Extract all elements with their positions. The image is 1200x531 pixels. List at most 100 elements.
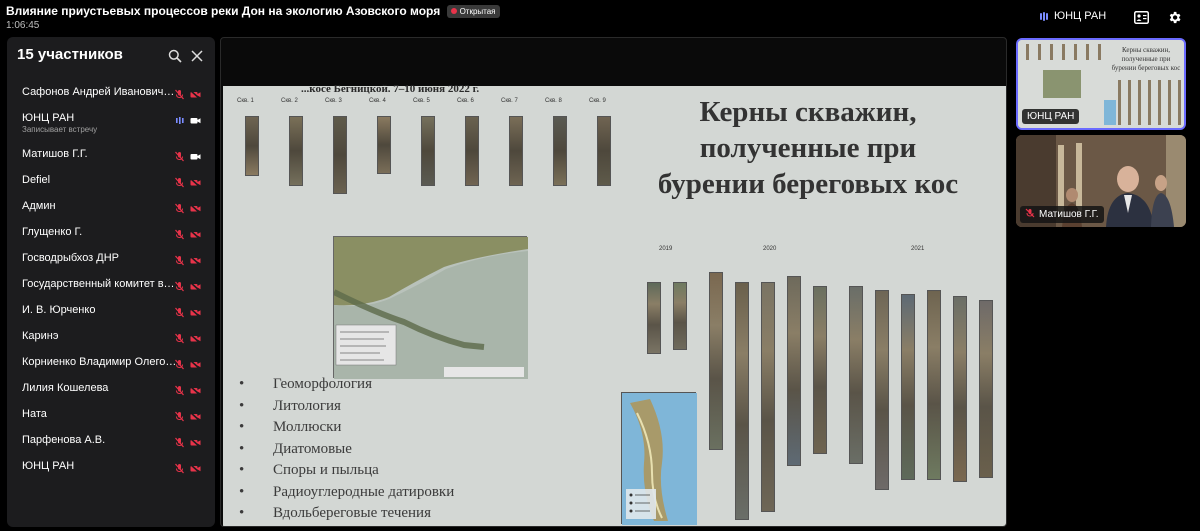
participant-name: Лилия Кошелева [22, 382, 109, 394]
core-label: Скв. 1 [237, 98, 254, 104]
participant-row[interactable]: Лилия Кошелева [7, 376, 215, 402]
main-video-stage[interactable]: ...косе Бегницкой. 7–10 июня 2022 г. Кер… [220, 37, 1007, 527]
sediment-core [553, 116, 567, 186]
svg-text:полученные при: полученные при [1122, 55, 1171, 63]
mic-muted-icon [174, 461, 185, 474]
participant-name: Админ [22, 200, 56, 212]
participant-row[interactable]: Сафонов Андрей Иванович (СЯ) [7, 80, 215, 106]
sediment-core [245, 116, 259, 176]
participants-list: Сафонов Андрей Иванович (СЯ) ЮНЦ РАН Запис… [7, 80, 215, 480]
participant-media-status [174, 279, 201, 292]
participant-name: Корниенко Владимир Олегович [22, 356, 177, 368]
top-bar: Влияние приустьевых процессов реки Дон н… [0, 0, 1200, 36]
mic-muted-icon [174, 305, 185, 318]
participant-media-status [174, 357, 201, 370]
participant-status: Записывает встречу [22, 125, 98, 134]
audio-active-icon [174, 113, 185, 124]
shared-slide: ...косе Бегницкой. 7–10 июня 2022 г. Кер… [223, 83, 1006, 526]
tile-name-yunc: ЮНЦ РАН [1022, 109, 1080, 124]
sediment-core [333, 116, 347, 194]
camera-off-icon [189, 87, 201, 100]
search-icon[interactable] [168, 49, 182, 63]
camera-off-icon [189, 383, 201, 396]
slide-title: Керны скважин, полученные при бурении бе… [657, 96, 959, 200]
participant-row[interactable]: Парфенова А.В. [7, 428, 215, 454]
participant-media-status [174, 461, 201, 474]
sediment-core [953, 296, 967, 482]
camera-off-icon [189, 435, 201, 448]
lock-open-icon [450, 8, 457, 14]
core-label: Скв. 8 [545, 98, 562, 104]
participant-name: И. В. Юрченко [22, 304, 96, 316]
mic-muted-icon [174, 175, 185, 188]
participants-view-icon[interactable] [1133, 9, 1149, 25]
participant-row[interactable]: Корниенко Владимир Олегович [7, 350, 215, 376]
core-label: Скв. 6 [457, 98, 474, 104]
participant-row[interactable]: И. В. Юрченко [7, 298, 215, 324]
slide-bullet-item: Радиоуглеродные датировки [235, 482, 454, 504]
slide-bullet-item: Моллюски [235, 417, 454, 439]
participant-row[interactable]: Defiel [7, 168, 215, 194]
mic-muted-icon [174, 253, 185, 266]
core-label: Скв. 7 [501, 98, 518, 104]
participant-name: Госводрыбхоз ДНР [22, 252, 120, 264]
inset-map-image [621, 392, 697, 525]
participant-media-status [174, 201, 201, 214]
sediment-core [597, 116, 611, 186]
audio-level-icon [1040, 11, 1048, 21]
participant-row[interactable]: Админ [7, 194, 215, 220]
participants-count-title: 15 участников [17, 46, 123, 63]
sediment-core [709, 272, 723, 450]
year-label: 2019 [659, 246, 673, 252]
participant-name: ЮНЦ РАН [22, 112, 75, 124]
video-tile-yunc[interactable]: Керны скважин, полученные при бурении бе… [1016, 38, 1186, 130]
participant-row[interactable]: Глущенко Г. [7, 220, 215, 246]
participant-media-status [174, 305, 201, 318]
participant-row[interactable]: ЮНЦ РАН Записывает встречу [7, 106, 215, 142]
mic-muted-icon [174, 87, 185, 100]
participant-row[interactable]: Каринэ [7, 324, 215, 350]
participant-row[interactable]: Матишов Г.Г. [7, 142, 215, 168]
camera-off-icon [189, 175, 201, 188]
participant-row[interactable]: Государственный комитет водного хозяйств… [7, 272, 215, 298]
core-label: Скв. 5 [413, 98, 430, 104]
participant-row[interactable]: Ната [7, 402, 215, 428]
slide-bullet-item: Вдольбереговые течения [235, 503, 454, 525]
camera-on-icon [190, 113, 201, 124]
camera-off-icon [189, 331, 201, 344]
video-tile-matishov[interactable]: Матишов Г.Г. [1016, 135, 1186, 227]
settings-gear-icon[interactable] [1166, 9, 1182, 25]
camera-off-icon [189, 253, 201, 266]
participant-row[interactable]: ЮНЦ РАН [7, 454, 215, 480]
sediment-core [647, 282, 661, 354]
open-badge[interactable]: Открытая [446, 4, 500, 18]
sediment-core [465, 116, 479, 186]
tile-name-yunc-text: ЮНЦ РАН [1027, 111, 1075, 122]
active-speaker[interactable]: ЮНЦ РАН [1040, 10, 1106, 22]
participant-media-status [174, 331, 201, 344]
participant-name: Сафонов Андрей Иванович (СЯ) [22, 86, 177, 98]
mic-muted-icon [174, 331, 185, 344]
core-label: Скв. 4 [369, 98, 386, 104]
camera-off-icon [189, 279, 201, 292]
meeting-title-text: Влияние приустьевых процессов реки Дон н… [6, 4, 441, 18]
sediment-core [849, 286, 863, 464]
mic-muted-icon [174, 435, 185, 448]
sediment-core [673, 282, 687, 350]
year-label: 2021 [911, 246, 925, 252]
sediment-core [927, 290, 941, 480]
participant-media-status [174, 113, 201, 124]
participant-name: Матишов Г.Г. [22, 148, 88, 160]
slide-bullet-item: Диатомовые [235, 439, 454, 461]
participant-name: ЮНЦ РАН [22, 460, 75, 472]
mic-muted-icon [174, 227, 185, 240]
mic-muted-icon [174, 409, 185, 422]
active-speaker-label: ЮНЦ РАН [1054, 10, 1107, 22]
camera-off-icon [189, 227, 201, 240]
participant-row[interactable]: Госводрыбхоз ДНР [7, 246, 215, 272]
close-icon[interactable] [190, 49, 204, 63]
participant-media-status [174, 383, 201, 396]
slide-top-caption: ...косе Бегницкой. 7–10 июня 2022 г. [301, 83, 480, 95]
sediment-core [875, 290, 889, 490]
sediment-core [421, 116, 435, 186]
